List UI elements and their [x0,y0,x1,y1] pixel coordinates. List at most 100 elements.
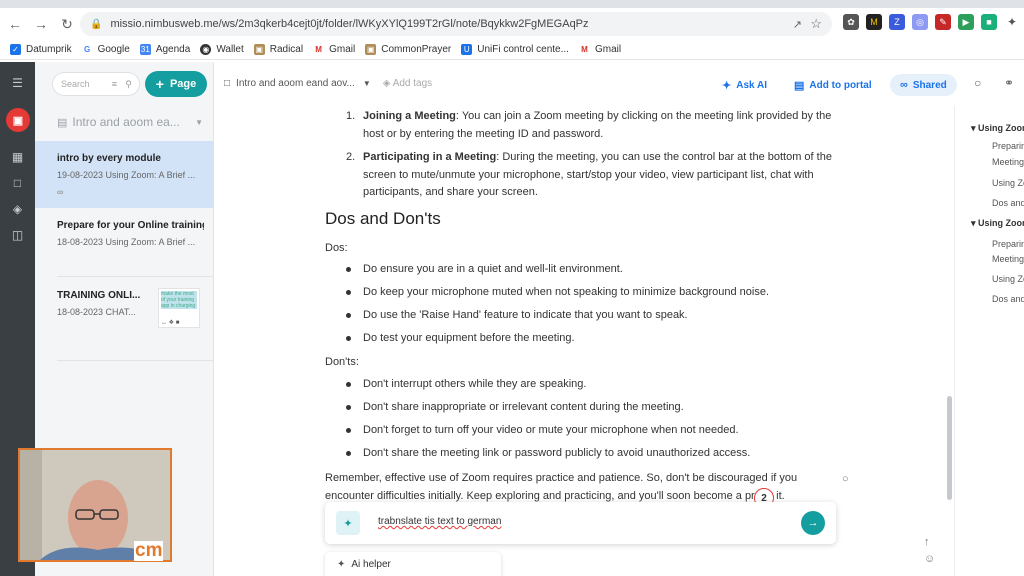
scrollbar[interactable] [947,396,952,500]
lock-icon[interactable]: 🔒 [90,19,102,30]
list-item[interactable]: Prepare for your Online training 18-08-2… [35,220,214,247]
wand-icon: ✦ [722,79,732,92]
back-icon[interactable]: ← [4,13,26,35]
extension-icon[interactable]: ✿ [843,14,859,30]
list-item: Don't share inappropriate or irrelevant … [325,399,825,416]
bookmark-item[interactable]: ▣ Radical [253,44,303,55]
bookmark-item[interactable]: ✓ Datumprik [10,44,72,55]
outline-item[interactable]: Preparin [992,141,1024,151]
donts-label: Don'ts: [325,356,359,368]
wand-icon: ✦ [337,559,346,570]
breadcrumb[interactable]: □ Intro and aoom eand aov... ▼ ◈ Add tag… [224,78,432,89]
bookmark-item[interactable]: 31 Agenda [139,44,190,55]
section-heading: Dos and Don'ts [325,209,441,228]
list-item[interactable]: intro by every module 19-08-2023 Using Z… [35,141,214,208]
emoji-icon[interactable]: ☺ [924,553,935,565]
chevron-down-icon[interactable]: ▼ [363,79,371,88]
trash-icon[interactable]: ◫ [10,228,25,242]
bookmark-item[interactable]: ▣ CommonPrayer [365,44,451,55]
bookmark-item[interactable]: G Google [81,44,130,55]
address-bar[interactable]: 🔒 missio.nimbusweb.me/ws/2m3qkerb4cejt0j… [80,12,832,36]
list-item: Do test your equipment before the meetin… [325,330,825,347]
ai-prompt-input[interactable]: ✦ trabnslate tis text to german → [325,502,836,544]
folder-title[interactable]: ▤ Intro and aoom ea... ▼ [57,115,207,129]
workspace-logo[interactable]: ▣ [6,108,30,132]
dos-label: Dos: [325,242,348,254]
folder-icon[interactable]: □ [10,176,25,190]
numbered-item: 2. Participating in a Meeting: During th… [346,151,832,198]
extension-icon[interactable]: ✎ [935,14,951,30]
add-to-portal-button[interactable]: ▤ Add to portal [794,74,872,96]
chevron-down-icon[interactable]: ▼ [195,118,203,127]
outline-item[interactable]: Dos and [992,294,1024,304]
comment-icon[interactable]: ○ [842,473,849,485]
extension-icon[interactable]: ▶ [958,14,974,30]
ai-helper-menu[interactable]: ✦ Ai helper [325,552,501,576]
bookmark-item[interactable]: M Gmail [313,44,355,55]
bookmark-item[interactable]: ◉ Wallet [200,44,244,55]
url-text: missio.nimbusweb.me/ws/2m3qkerb4cejt0jt/… [110,18,589,30]
forward-icon[interactable]: → [30,13,52,35]
outline-item[interactable]: Meeting [992,254,1024,264]
scroll-up-icon[interactable]: ↑ [924,536,930,548]
editor[interactable]: 1. Joining a Meeting: You can join a Zoo… [214,106,954,576]
shared-button[interactable]: ∞ Shared [890,74,957,96]
shared-icon: ∞ [57,187,64,197]
browser-toolbar: ← → ↻ 🔒 missio.nimbusweb.me/ws/2m3qkerb4… [0,8,1024,40]
folder-icon: □ [224,78,231,89]
outline-item[interactable]: Meeting [992,157,1024,167]
comment-icon[interactable]: ○ [974,76,981,90]
outline-item[interactable]: ▾ Using Zoom [971,218,1024,229]
outline-item[interactable]: ▾ Using Zoom [971,123,1024,134]
gmail-icon: M [578,44,590,55]
closing-paragraph: Remember, effective use of Zoom requires… [325,472,798,502]
google-icon: G [81,44,93,55]
list-item: Do use the 'Raise Hand' feature to indic… [325,307,825,324]
globe-icon: ◉ [200,44,212,55]
menu-icon[interactable]: ☰ [10,76,25,90]
note-thumbnail: make the most of your training app in ch… [158,288,200,328]
share-icon[interactable]: ↗ [793,18,802,31]
caret-icon: ▾ [971,123,979,133]
add-tags-button[interactable]: ◈ Add tags [383,78,432,89]
new-page-button[interactable]: + Page [145,71,207,97]
outline-item[interactable]: Using Zo [992,178,1024,188]
bookmark-star-icon[interactable]: ☆ [810,16,822,32]
link-icon[interactable]: ⚭ [1004,76,1014,90]
list-item: Don't share the meeting link or password… [325,445,825,462]
wand-icon: ✦ [336,511,360,535]
search-input[interactable]: Search ≡ ⚲ [52,72,140,96]
list-item: Do ensure you are in a quiet and well-li… [325,261,825,278]
list-item: Do keep your microphone muted when not s… [325,284,825,301]
ask-ai-button[interactable]: ✦ Ask AI [722,74,767,96]
filter-icon[interactable]: ≡ [112,79,117,89]
extension-icon[interactable]: M [866,14,882,30]
grid-icon[interactable]: ▦ [10,150,25,164]
bookmarks-bar: ✓ Datumprik G Google 31 Agenda ◉ Wallet ▣ Rad… [0,40,1024,60]
outline-panel: ▾ Using Zoom Preparin Meeting Using Zo D… [954,106,1024,576]
outline-item[interactable]: Using Zo [992,274,1024,284]
share-icon: ∞ [900,79,908,91]
divider [57,360,214,361]
puzzle-icon[interactable]: ✦ [1004,14,1020,30]
search-icon[interactable]: ⚲ [125,79,132,90]
browser-tabstrip [0,0,1024,8]
extension-icon[interactable]: ■ [981,14,997,30]
calendar-icon: 31 [139,44,151,55]
caret-icon: ▾ [971,218,979,228]
bookmark-item[interactable]: U UniFi control cente... [461,44,569,55]
numbered-item: 1. Joining a Meeting: You can join a Zoo… [346,110,832,140]
bookmark-item[interactable]: M Gmail [578,44,621,55]
outline-item[interactable]: Dos and [992,198,1024,208]
extension-icon[interactable]: ◎ [912,14,928,30]
list-item[interactable]: TRAINING ONLI... 18-08-2023 CHAT... make… [35,288,214,328]
reload-icon[interactable]: ↻ [56,13,78,35]
extension-icon[interactable]: Z [889,14,905,30]
outline-item[interactable]: Preparin [992,239,1024,249]
portal-icon: ▤ [794,79,805,92]
gmail-icon: M [313,44,325,55]
tag-icon[interactable]: ◈ [10,202,25,216]
send-button[interactable]: → [801,511,825,535]
plus-icon: + [155,76,164,92]
unifi-icon: U [461,44,473,55]
